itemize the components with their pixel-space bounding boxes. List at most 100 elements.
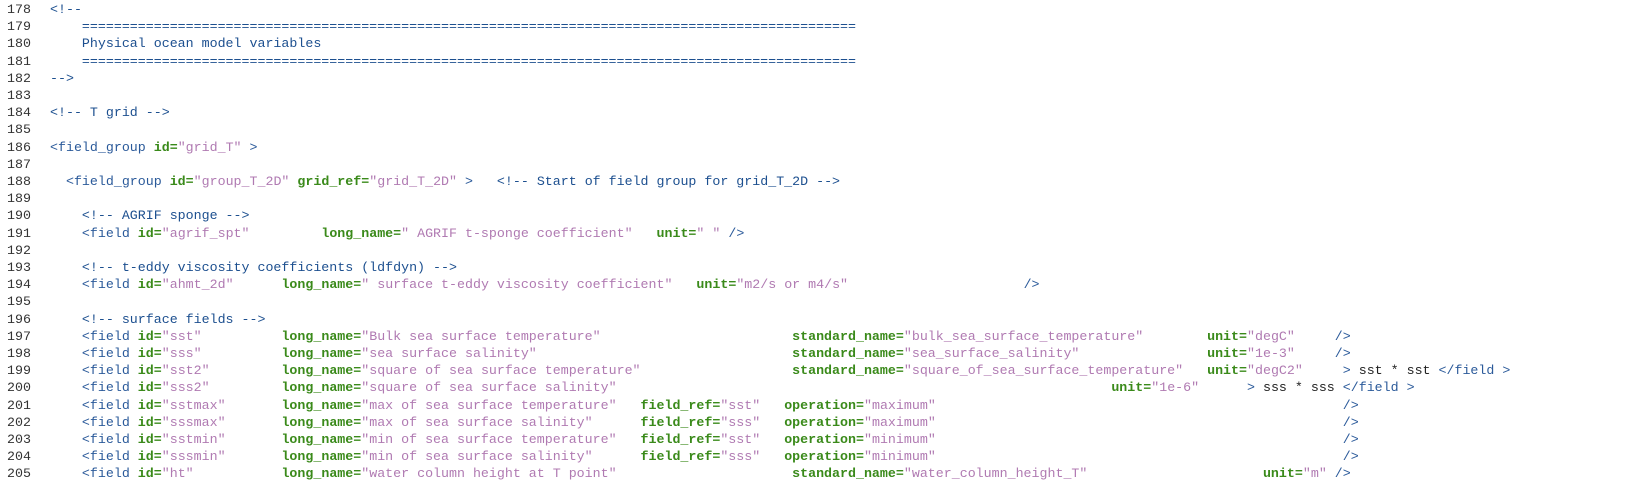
line-number: 189 xyxy=(7,191,31,207)
line-content[interactable]: <!-- t-eddy viscosity coefficients (ldfd… xyxy=(50,259,457,277)
line-content[interactable]: <field id="sss2" long_name="square of se… xyxy=(50,379,1415,397)
code-line[interactable]: 188 <field_group id="group_T_2D" grid_re… xyxy=(0,173,1636,191)
code-line[interactable]: 181 ====================================… xyxy=(0,53,1636,71)
line-number: 183 xyxy=(7,88,31,103)
code-line[interactable]: 197 <field id="sst" long_name="Bulk sea … xyxy=(0,328,1636,346)
line-number: 204 xyxy=(7,449,31,465)
code-tag: /> xyxy=(1294,346,1351,361)
code-tag xyxy=(760,415,784,430)
code-line[interactable]: 194 <field id="ahmt_2d" long_name=" surf… xyxy=(0,276,1636,294)
code-tag xyxy=(641,363,793,378)
code-line[interactable]: 196 <!-- surface fields --> xyxy=(0,311,1636,329)
code-line[interactable]: 180 Physical ocean model variables xyxy=(0,35,1636,53)
line-content[interactable]: <field id="sstmin" long_name="min of sea… xyxy=(50,431,1359,449)
code-tag: /> xyxy=(935,449,1359,465)
line-content[interactable]: <!-- AGRIF sponge --> xyxy=(50,207,250,225)
line-number: 180 xyxy=(7,36,31,52)
code-tag xyxy=(537,346,792,361)
line-content[interactable]: <field id="ht" long_name="water column h… xyxy=(50,465,1351,483)
code-attribute: id= xyxy=(137,449,162,465)
code-tag: <field xyxy=(50,466,138,482)
line-content[interactable]: <field id="ahmt_2d" long_name=" surface … xyxy=(50,276,1040,294)
line-number: 202 xyxy=(7,414,31,430)
code-line[interactable]: 198 <field id="sss" long_name="sea surfa… xyxy=(0,345,1636,363)
code-string: "maximum" xyxy=(863,397,936,413)
code-tag xyxy=(672,277,696,292)
line-content[interactable]: --> xyxy=(50,70,74,88)
line-content[interactable]: <field id="sssmax" long_name="max of sea… xyxy=(50,414,1359,432)
code-tag: /> xyxy=(1326,466,1351,482)
code-comment: <!-- surface fields --> xyxy=(50,311,266,327)
code-line[interactable]: 202 <field id="sssmax" long_name="max of… xyxy=(0,414,1636,432)
line-number: 192 xyxy=(7,242,31,258)
code-tag xyxy=(194,466,282,481)
code-tag xyxy=(226,398,282,413)
code-line[interactable]: 199 <field id="sst2" long_name="square o… xyxy=(0,362,1636,380)
code-comment: <!-- Start of field group for grid_T_2D … xyxy=(496,174,841,189)
code-line[interactable]: 185 xyxy=(0,121,1636,139)
code-attribute: id= xyxy=(137,328,162,344)
code-tag xyxy=(1079,346,1207,361)
code-attribute: id= xyxy=(137,466,162,482)
code-string: "sst" xyxy=(720,432,761,447)
code-line[interactable]: 195 xyxy=(0,293,1636,311)
line-content[interactable]: <field id="sst" long_name="Bulk sea surf… xyxy=(50,328,1351,346)
line-number: 197 xyxy=(7,328,31,344)
code-line[interactable]: 184 <!-- T grid --> xyxy=(0,104,1636,122)
code-tag xyxy=(617,380,1112,395)
code-line[interactable]: 186 <field_group id="grid_T" > xyxy=(0,139,1636,157)
code-line[interactable]: 192 xyxy=(0,242,1636,260)
code-string: "sst2" xyxy=(161,363,210,379)
code-line[interactable]: 205 <field id="ht" long_name="water colu… xyxy=(0,465,1636,483)
code-tag: > xyxy=(1302,363,1359,379)
code-line[interactable]: 182 --> xyxy=(0,70,1636,88)
line-content[interactable]: <!-- T grid --> xyxy=(50,104,170,122)
code-text: sst * sst xyxy=(1358,363,1439,379)
code-string: "sss" xyxy=(720,449,761,465)
code-line[interactable]: 183 xyxy=(0,87,1636,105)
line-number: 191 xyxy=(7,225,31,241)
line-content[interactable]: <!-- surface fields --> xyxy=(50,311,266,329)
line-content[interactable]: <field_group id="grid_T" > xyxy=(50,139,258,157)
line-content[interactable]: ========================================… xyxy=(50,18,856,36)
line-content[interactable]: ========================================… xyxy=(50,53,856,71)
line-content[interactable]: <!-- xyxy=(50,1,82,19)
code-string: "sss2" xyxy=(161,380,210,396)
line-content[interactable]: <field id="sssmin" long_name="min of sea… xyxy=(50,448,1359,466)
code-string: "sss" xyxy=(161,346,202,361)
line-content[interactable]: <field id="agrif_spt" long_name=" AGRIF … xyxy=(50,225,744,243)
line-content[interactable]: <field id="sstmax" long_name="max of sea… xyxy=(50,397,1359,415)
code-line[interactable]: 204 <field id="sssmin" long_name="min of… xyxy=(0,448,1636,466)
line-number: 199 xyxy=(7,363,31,379)
code-line[interactable]: 179 ====================================… xyxy=(0,18,1636,36)
code-line[interactable]: 203 <field id="sstmin" long_name="min of… xyxy=(0,431,1636,449)
code-comment: <!-- T grid --> xyxy=(50,105,170,121)
code-line[interactable]: 187 xyxy=(0,156,1636,174)
code-string: "1e-3" xyxy=(1247,346,1295,361)
code-line[interactable]: 189 xyxy=(0,190,1636,208)
code-line[interactable]: 193 <!-- t-eddy viscosity coefficients (… xyxy=(0,259,1636,277)
code-line[interactable]: 178 <!-- xyxy=(0,1,1636,19)
line-content[interactable]: Physical ocean model variables xyxy=(50,35,321,53)
line-content[interactable]: <field_group id="group_T_2D" grid_ref="g… xyxy=(50,173,840,191)
code-tag: > xyxy=(1199,380,1263,396)
code-tag xyxy=(760,432,784,447)
code-string: "max of sea surface salinity" xyxy=(361,414,593,430)
code-line[interactable]: 200 <field id="sss2" long_name="square o… xyxy=(0,379,1636,397)
code-tag: <field xyxy=(50,363,138,379)
code-line[interactable]: 190 <!-- AGRIF sponge --> xyxy=(0,207,1636,225)
code-attribute: id= xyxy=(153,139,178,155)
code-tag: <field xyxy=(50,225,138,241)
code-tag xyxy=(250,226,322,241)
code-attribute: field_ref= xyxy=(640,432,721,447)
code-line[interactable]: 191 <field id="agrif_spt" long_name=" AG… xyxy=(0,225,1636,243)
code-string: " " xyxy=(696,225,721,241)
code-tag: </field > xyxy=(1438,363,1511,379)
code-line[interactable]: 201 <field id="sstmax" long_name="max of… xyxy=(0,397,1636,415)
code-tag: <field xyxy=(50,380,138,396)
code-attribute: unit= xyxy=(656,225,697,241)
code-editor[interactable]: 178 <!-- 179 =============================… xyxy=(0,0,1636,498)
line-content[interactable]: <field id="sst2" long_name="square of se… xyxy=(50,362,1510,380)
line-content[interactable]: <field id="sss" long_name="sea surface s… xyxy=(50,345,1351,363)
code-tag xyxy=(633,226,657,241)
